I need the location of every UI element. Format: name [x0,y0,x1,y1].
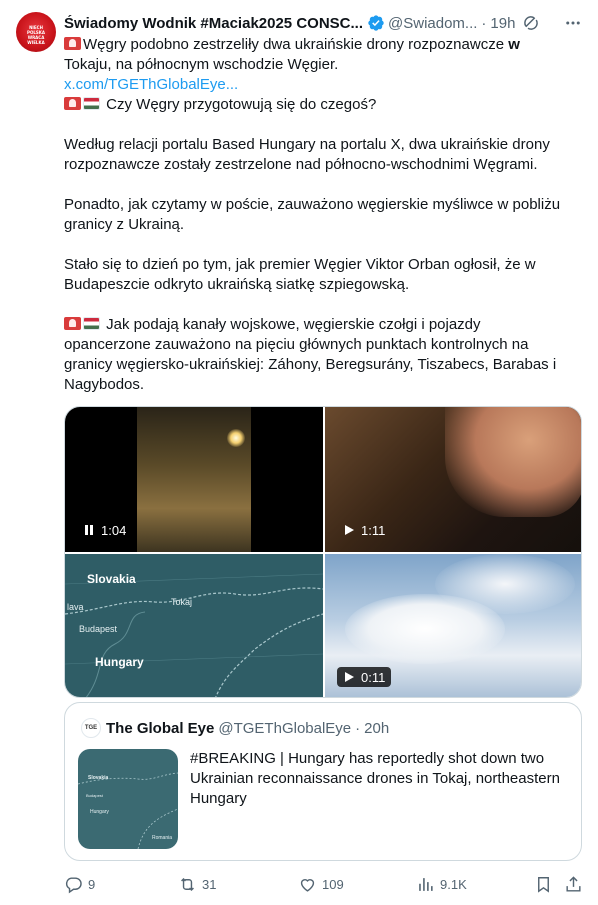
map-label-budapest: Budapest [79,624,118,634]
thumb-label-romania: Romania [152,835,173,841]
retweet-button[interactable]: 31 [178,873,216,895]
thumbnail-map-borders [78,772,178,849]
heart-icon [300,878,315,892]
tweet-line: Tokaju, na północnym wschodzie Węgier. [64,56,339,73]
map-label-slovakia: Slovakia [87,572,136,586]
pause-icon[interactable] [83,524,95,536]
siren-emoji-icon [64,317,81,330]
tweet-line: Nagybodos. [64,376,145,393]
cloud [435,554,575,614]
tweet-line: Budapeszcie odkryto ukraińską siatkę szp… [64,276,410,293]
grok-icon[interactable] [522,14,540,32]
media-grid: 1:04 1:11 Slovakia Tokaj lava Budapest H… [64,406,582,698]
thumb-label-hungary: Hungary [90,809,109,815]
tweet-line: granicy węgiersko-ukraińskiej: Záhony, B… [64,356,557,373]
quoted-separator: · [355,719,361,737]
tweet-line: opancerzone zauważono na pięciu głównych… [64,336,529,353]
retweet-count: 31 [202,876,217,892]
quoted-author-name: The Global Eye [106,719,215,737]
tweet-line: Węgry podobno zestrzeliły dwa ukraińskie… [64,35,582,55]
verified-badge-icon [368,15,384,31]
video-duration-badge: 1:11 [337,520,391,540]
quoted-tweet-header: TGE The Global Eye @TGEThGlobalEye · 20h [81,718,389,738]
views-button[interactable]: 9.1K [416,873,467,895]
map-label-tokaj: Tokaj [171,597,193,607]
hands-scene [445,407,581,517]
quoted-tweet-text: #BREAKING | Hungary has reportedly shot … [190,750,560,807]
video-sky[interactable]: 0:11 [325,554,581,697]
tweet-header: Świadomy Wodnik #Maciak2025 CONSC... @Sw… [64,12,582,34]
tweet-line: Czy Węgry przygotowują się do czegoś? [64,95,582,115]
hungary-flag-icon [83,97,100,110]
tweet-actions: 9 31 109 9.1K [64,873,582,895]
video-street-night[interactable]: 1:04 [65,407,323,552]
tweet-text: Węgry podobno zestrzeliły dwa ukraińskie… [64,35,582,395]
view-count: 9.1K [440,876,467,892]
tweet-line: rozpoznawcze zostały zestrzelone nad pół… [64,156,538,173]
avatar-cap-text: NIECH POLSKA WRACA WIELKA [27,25,45,45]
tweet-line: Jak podają kanały wojskowe, węgierskie c… [64,315,582,335]
quoted-map-thumbnail: Slovakia Budapest Hungary Romania [78,749,178,849]
more-options-icon[interactable] [564,14,582,32]
tweet-line: Według relacji portalu Based Hungary na … [64,136,550,153]
street-lamp [227,429,245,447]
siren-emoji-icon [64,37,81,50]
avatar[interactable]: NIECH POLSKA WRACA WIELKA [16,12,56,52]
video-duration-badge: 0:11 [337,667,392,687]
share-icon [566,875,581,892]
play-icon[interactable] [343,524,355,536]
thumb-label-slovakia: Slovakia [88,775,109,781]
tweet-time[interactable]: 19h [490,15,515,32]
tweet-line: Stało się to dzień po tym, jak premier W… [64,256,536,273]
hungary-flag-icon [83,317,100,330]
share-button[interactable] [564,873,588,895]
header-separator: · [481,14,487,32]
reply-count: 9 [88,876,96,892]
author-name[interactable]: Świadomy Wodnik #Maciak2025 CONSC... [64,15,363,32]
reply-icon [65,876,82,893]
image-map[interactable]: Slovakia Tokaj lava Budapest Hungary [65,554,323,697]
tweet[interactable]: NIECH POLSKA WRACA WIELKA Świadomy Wodni… [0,0,598,905]
tweet-line: granicy z Ukrainą. [64,216,185,233]
map-label-lava: lava [67,602,84,612]
quoted-author-handle: @TGEThGlobalEye [218,719,352,737]
video-duration-badge: 1:04 [77,520,132,540]
reply-button[interactable]: 9 [64,873,95,895]
tweet-line: Ponadto, jak czytamy w poście, zauważono… [64,196,561,213]
play-icon[interactable] [343,671,355,683]
analytics-icon [419,877,433,891]
quoted-avatar: TGE [81,718,101,738]
thumb-label-budapest: Budapest [86,793,103,798]
siren-emoji-icon [64,97,81,110]
like-count: 109 [322,876,344,892]
map-label-hungary: Hungary [95,655,144,669]
video-hands[interactable]: 1:11 [325,407,581,552]
tweet-link[interactable]: x.com/TGEThGlobalEye... [64,75,582,95]
retweet-icon [181,877,194,891]
author-handle[interactable]: @Swiadom... [388,15,477,32]
quoted-time: 20h [364,719,390,737]
like-button[interactable]: 109 [298,873,344,895]
bookmark-icon [538,876,549,893]
quoted-tweet[interactable]: TGE The Global Eye @TGEThGlobalEye · 20h… [64,702,582,861]
bookmark-button[interactable] [534,873,558,895]
